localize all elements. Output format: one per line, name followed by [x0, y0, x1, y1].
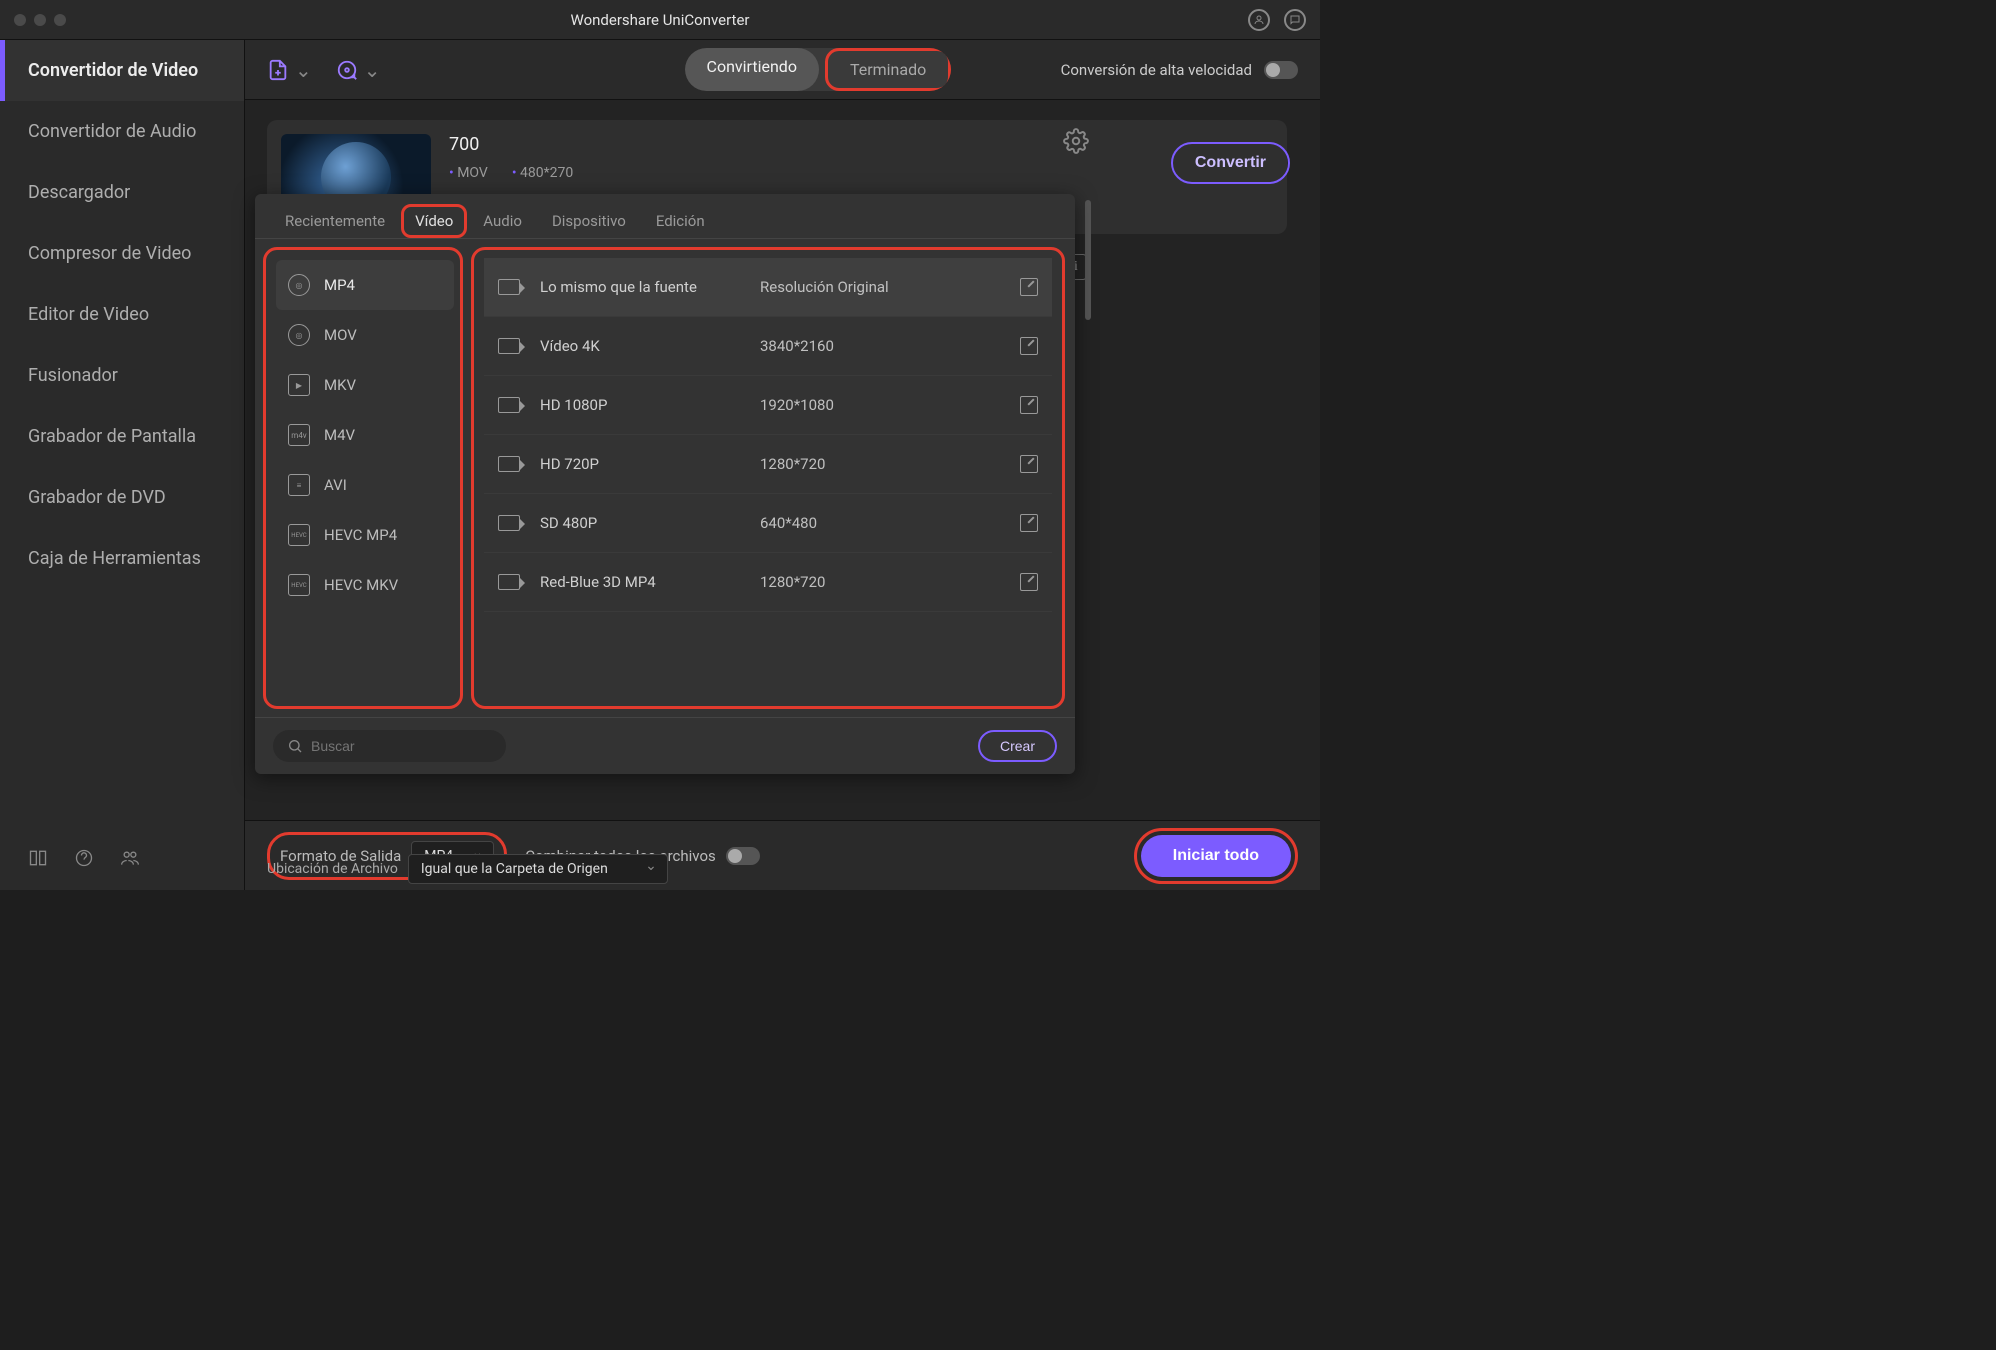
edit-icon[interactable]: [1020, 455, 1038, 473]
camera-icon: [498, 397, 520, 413]
sidebar-item-audio-converter[interactable]: Convertidor de Audio: [0, 101, 244, 162]
sidebar: Convertidor de Video Convertidor de Audi…: [0, 40, 245, 890]
format-panel: Recientemente Vídeo Audio Dispositivo Ed…: [255, 194, 1075, 774]
search-icon: [287, 738, 303, 754]
format-tab-recent[interactable]: Recientemente: [271, 204, 399, 238]
camera-icon: [498, 338, 520, 354]
high-speed-toggle[interactable]: [1264, 61, 1298, 79]
add-dvd-button[interactable]: ⌄: [336, 58, 381, 82]
edit-icon[interactable]: [1020, 396, 1038, 414]
resolution-480p[interactable]: SD 480P 640*480: [484, 494, 1052, 553]
help-icon[interactable]: [74, 848, 94, 872]
camera-icon: [498, 574, 520, 590]
file-location-select[interactable]: Igual que la Carpeta de Origen: [408, 854, 668, 884]
file-resolution: 480*270: [512, 165, 573, 181]
resolution-1080p[interactable]: HD 1080P 1920*1080: [484, 376, 1052, 435]
status-tabs: Convirtiendo Terminado: [685, 48, 952, 91]
disc-icon: ◎: [288, 274, 310, 296]
sidebar-item-compressor[interactable]: Compresor de Video: [0, 223, 244, 284]
settings-icon[interactable]: [1063, 128, 1089, 154]
camera-icon: [498, 515, 520, 531]
toolbar: ⌄ ⌄ Convirtiendo Terminado Conversión de…: [245, 40, 1320, 100]
format-hevc-mp4[interactable]: HEVCHEVC MP4: [276, 510, 454, 560]
sidebar-item-dvd-burner[interactable]: Grabador de DVD: [0, 467, 244, 528]
format-tab-video[interactable]: Vídeo: [401, 204, 467, 238]
format-mkv[interactable]: ▶MKV: [276, 360, 454, 410]
format-mov[interactable]: ◎MOV: [276, 310, 454, 360]
edit-icon[interactable]: [1020, 573, 1038, 591]
format-mp4[interactable]: ◎MP4: [276, 260, 454, 310]
sidebar-item-toolbox[interactable]: Caja de Herramientas: [0, 528, 244, 589]
format-hevc-mkv[interactable]: HEVCHEVC MKV: [276, 560, 454, 610]
high-speed-label: Conversión de alta velocidad: [1061, 61, 1252, 79]
camera-icon: [498, 456, 520, 472]
guide-icon[interactable]: [28, 848, 48, 872]
file-location-label: Ubicación de Archivo: [267, 861, 398, 877]
add-file-button[interactable]: ⌄: [267, 58, 312, 82]
resolution-list: Lo mismo que la fuente Resolución Origin…: [471, 247, 1065, 709]
disc-icon: ◎: [288, 324, 310, 346]
format-list: ◎MP4 ◎MOV ▶MKV m4vM4V ≡AVI HEVCHEVC MP4 …: [263, 247, 463, 709]
m4v-icon: m4v: [288, 424, 310, 446]
resolution-720p[interactable]: HD 720P 1280*720: [484, 435, 1052, 494]
format-tab-edit[interactable]: Edición: [642, 204, 719, 238]
bottom-bar: Formato de Salida MP4 Combinar todos los…: [245, 820, 1320, 890]
file-format: MOV: [449, 165, 488, 181]
video-icon: ▶: [288, 374, 310, 396]
format-tab-device[interactable]: Dispositivo: [538, 204, 640, 238]
format-avi[interactable]: ≡AVI: [276, 460, 454, 510]
format-m4v[interactable]: m4vM4V: [276, 410, 454, 460]
resolution-4k[interactable]: Vídeo 4K 3840*2160: [484, 317, 1052, 376]
combine-toggle[interactable]: [726, 847, 760, 865]
sidebar-item-video-converter[interactable]: Convertidor de Video: [0, 40, 244, 101]
resolution-3d[interactable]: Red-Blue 3D MP4 1280*720: [484, 553, 1052, 612]
chevron-down-icon: ⌄: [364, 58, 381, 82]
sidebar-item-downloader[interactable]: Descargador: [0, 162, 244, 223]
sidebar-item-screen-recorder[interactable]: Grabador de Pantalla: [0, 406, 244, 467]
tab-converting[interactable]: Convirtiendo: [685, 48, 819, 91]
edit-icon[interactable]: [1020, 514, 1038, 532]
file-name: 700: [449, 134, 573, 155]
hevc-icon: HEVC: [288, 574, 310, 596]
create-button[interactable]: Crear: [978, 730, 1057, 762]
app-title: Wondershare UniConverter: [0, 11, 1320, 29]
titlebar: Wondershare UniConverter: [0, 0, 1320, 40]
sidebar-item-merger[interactable]: Fusionador: [0, 345, 244, 406]
edit-icon[interactable]: [1020, 278, 1038, 296]
hevc-icon: HEVC: [288, 524, 310, 546]
convert-button[interactable]: Convertir: [1171, 142, 1290, 184]
community-icon[interactable]: [120, 848, 140, 872]
search-box[interactable]: [273, 730, 506, 762]
clapper-icon: ≡: [288, 474, 310, 496]
edit-icon[interactable]: [1020, 337, 1038, 355]
chevron-down-icon: ⌄: [295, 58, 312, 82]
sidebar-item-editor[interactable]: Editor de Video: [0, 284, 244, 345]
search-input[interactable]: [311, 738, 492, 754]
resolution-same-as-source[interactable]: Lo mismo que la fuente Resolución Origin…: [484, 258, 1052, 317]
start-all-button[interactable]: Iniciar todo: [1141, 835, 1291, 877]
tab-finished[interactable]: Terminado: [825, 48, 951, 91]
scrollbar[interactable]: [1085, 200, 1091, 320]
format-tab-audio[interactable]: Audio: [469, 204, 536, 238]
camera-icon: [498, 279, 520, 295]
